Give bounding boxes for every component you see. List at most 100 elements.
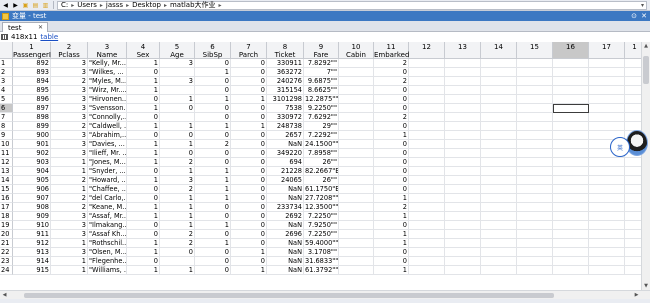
table-cell[interactable]: "Hirvonen... (88, 95, 127, 104)
row-header[interactable]: 10 (0, 140, 13, 149)
table-cell[interactable] (339, 257, 374, 266)
table-cell[interactable]: 897 (13, 104, 51, 113)
table-cell[interactable] (409, 266, 445, 275)
scroll-down-icon[interactable]: ▼ (642, 282, 650, 290)
table-cell[interactable]: 1 (231, 95, 267, 104)
table-cell[interactable] (445, 95, 481, 104)
table-cell[interactable] (339, 194, 374, 203)
column-header[interactable]: 12 (409, 42, 445, 59)
table-cell[interactable] (481, 203, 517, 212)
table-cell[interactable] (517, 77, 553, 86)
table-cell[interactable]: 3 (160, 176, 195, 185)
table-cell[interactable] (339, 140, 374, 149)
table-cell[interactable] (589, 185, 625, 194)
table-cell[interactable] (409, 167, 445, 176)
row-header[interactable]: 2 (0, 68, 13, 77)
table-cell[interactable] (625, 59, 641, 68)
table-cell[interactable] (553, 158, 589, 167)
table-cell[interactable]: 894 (13, 77, 51, 86)
table-cell[interactable] (409, 185, 445, 194)
table-cell[interactable] (517, 230, 553, 239)
table-cell[interactable]: 0 (374, 149, 409, 158)
table-cell[interactable] (339, 104, 374, 113)
table-cell[interactable]: 1 (127, 203, 160, 212)
table-cell[interactable]: 1 (195, 68, 231, 77)
table-cell[interactable] (553, 266, 589, 275)
column-header[interactable]: 13 (445, 42, 481, 59)
table-cell[interactable] (409, 131, 445, 140)
table-cell[interactable]: NaN (267, 248, 304, 257)
table-cell[interactable]: 913 (13, 248, 51, 257)
table-cell[interactable] (409, 194, 445, 203)
table-cell[interactable]: 9.2250"" (304, 104, 339, 113)
row-header[interactable]: 18 (0, 212, 13, 221)
table-cell[interactable]: 0 (160, 104, 195, 113)
table-cell[interactable] (553, 203, 589, 212)
variable-type-link[interactable]: table (40, 33, 58, 41)
table-cell[interactable]: 895 (13, 86, 51, 95)
forward-icon[interactable]: ▶ (11, 1, 20, 10)
table-cell[interactable]: 2 (160, 230, 195, 239)
table-cell[interactable]: 24065 (267, 176, 304, 185)
table-cell[interactable]: "Williams, ... (88, 266, 127, 275)
table-cell[interactable]: 0 (195, 248, 231, 257)
table-cell[interactable]: 1 (51, 167, 88, 176)
table-cell[interactable]: 363272 (267, 68, 304, 77)
table-cell[interactable]: 3 (51, 131, 88, 140)
table-cell[interactable] (517, 167, 553, 176)
table-cell[interactable]: 694 (267, 158, 304, 167)
table-cell[interactable]: "Davies, ... (88, 140, 127, 149)
table-cell[interactable] (445, 122, 481, 131)
table-cell[interactable]: 3 (51, 149, 88, 158)
table-cell[interactable] (409, 158, 445, 167)
table-cell[interactable] (589, 221, 625, 230)
table-cell[interactable] (589, 248, 625, 257)
table-cell[interactable] (339, 185, 374, 194)
row-header[interactable]: 3 (0, 77, 13, 86)
table-cell[interactable]: 0 (195, 266, 231, 275)
table-cell[interactable] (481, 77, 517, 86)
table-cell[interactable]: 907 (13, 194, 51, 203)
table-cell[interactable]: "Flegenhe... (88, 257, 127, 266)
table-cell[interactable]: 0 (127, 167, 160, 176)
table-cell[interactable]: 240276 (267, 77, 304, 86)
table-cell[interactable] (339, 95, 374, 104)
table-cell[interactable]: NaN (267, 257, 304, 266)
vertical-scroll-thumb[interactable] (643, 56, 649, 84)
table-cell[interactable]: 8.6625"" (304, 86, 339, 95)
table-cell[interactable]: 0 (231, 230, 267, 239)
table-cell[interactable]: "Wirz, Mr.... (88, 86, 127, 95)
table-cell[interactable] (625, 86, 641, 95)
table-cell[interactable] (589, 203, 625, 212)
table-cell[interactable] (625, 203, 641, 212)
table-cell[interactable]: 0 (374, 68, 409, 77)
table-cell[interactable]: 3 (51, 59, 88, 68)
table-cell[interactable] (445, 239, 481, 248)
table-cell[interactable]: 0 (195, 59, 231, 68)
table-cell[interactable] (409, 203, 445, 212)
table-cell[interactable]: 0 (231, 149, 267, 158)
table-cell[interactable]: 0 (231, 212, 267, 221)
table-cell[interactable] (589, 230, 625, 239)
table-cell[interactable]: "Myles, M... (88, 77, 127, 86)
row-header[interactable]: 8 (0, 122, 13, 131)
dropdown-icon[interactable]: ▾ (641, 2, 644, 9)
table-cell[interactable]: 0 (231, 86, 267, 95)
table-cell[interactable] (409, 113, 445, 122)
table-cell[interactable]: 896 (13, 95, 51, 104)
table-cell[interactable]: 1 (127, 59, 160, 68)
table-cell[interactable]: "Kelly, Mr.... (88, 59, 127, 68)
table-cell[interactable] (339, 230, 374, 239)
table-cell[interactable] (445, 203, 481, 212)
row-header[interactable]: 6 (0, 104, 13, 113)
table-cell[interactable] (445, 77, 481, 86)
back-icon[interactable]: ◀ (1, 1, 10, 10)
table-cell[interactable]: 1 (231, 122, 267, 131)
table-cell[interactable]: 0 (195, 86, 231, 95)
table-cell[interactable] (481, 149, 517, 158)
column-header[interactable]: 9 Fare (304, 42, 339, 59)
table-cell[interactable] (339, 221, 374, 230)
table-cell[interactable]: "Olsen, M... (88, 248, 127, 257)
table-cell[interactable] (517, 266, 553, 275)
table-cell[interactable]: 7.6292"" (304, 113, 339, 122)
